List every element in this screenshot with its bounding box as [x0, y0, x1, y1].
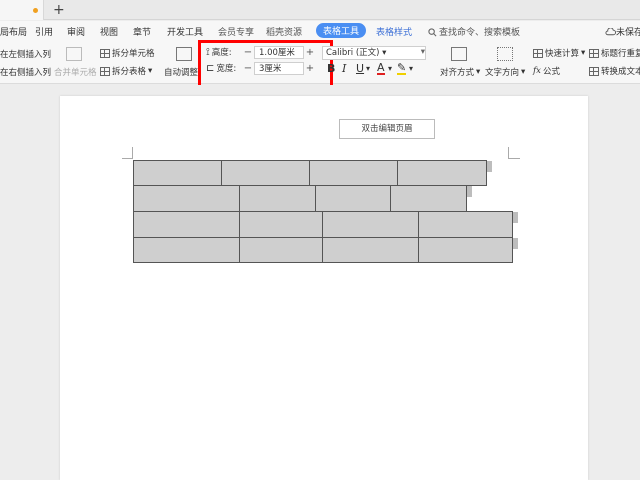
- formula-label: 公式: [542, 67, 560, 77]
- quick-calc-icon: [533, 48, 543, 58]
- highlight-dropdown-icon[interactable]: ▾: [409, 64, 413, 73]
- cloud-status-label: 未保存: [616, 28, 640, 38]
- split-cell-label: 拆分单元格: [112, 49, 155, 59]
- font-color-dropdown-icon[interactable]: ▾: [388, 64, 392, 73]
- table-cell[interactable]: [133, 185, 240, 212]
- menu-references[interactable]: 引用: [35, 25, 53, 38]
- split-table-button[interactable]: 拆分表格 ▾: [100, 65, 152, 77]
- cloud-status[interactable]: 未保存: [605, 25, 640, 38]
- split-cell-button[interactable]: 拆分单元格: [100, 47, 155, 59]
- merge-cells-button[interactable]: 合并单元格: [54, 66, 97, 78]
- table-cell[interactable]: [239, 185, 316, 212]
- edit-header-hint[interactable]: 双击编辑页眉: [339, 119, 435, 139]
- new-tab-plus-icon[interactable]: +: [53, 1, 65, 19]
- row-end-marker: [513, 238, 518, 249]
- merge-cells-icon: [66, 47, 82, 61]
- font-size-dropdown-icon[interactable]: ▾: [378, 46, 428, 60]
- align-button[interactable]: 对齐方式 ▾: [440, 66, 480, 78]
- split-cell-icon: [100, 48, 110, 58]
- convert-to-text-button[interactable]: 转换成文本: [589, 65, 640, 77]
- auto-fit-icon: [176, 47, 192, 61]
- text-direction-label: 文字方向: [485, 68, 520, 78]
- quick-calc-button[interactable]: 快速计算 ▾: [533, 47, 585, 59]
- unsaved-dot-icon: [33, 8, 38, 13]
- auto-fit-label: 自动调整: [164, 68, 199, 78]
- table-cell[interactable]: [133, 160, 222, 186]
- cloud-icon: [605, 27, 616, 36]
- table-cell[interactable]: [315, 185, 391, 212]
- row-end-marker: [487, 161, 492, 172]
- row-end-marker: [513, 212, 518, 223]
- underline-dropdown-icon[interactable]: ▾: [366, 64, 370, 73]
- table-cell[interactable]: [390, 185, 467, 212]
- search-placeholder: 查找命令、搜索模板: [439, 28, 521, 38]
- table-cell[interactable]: [239, 211, 323, 238]
- insert-col-left-button[interactable]: 在左侧插入列: [0, 48, 51, 60]
- menu-view[interactable]: 视图: [100, 25, 118, 38]
- convert-to-text-label: 转换成文本: [601, 67, 640, 77]
- crop-mark-left-v: [132, 147, 133, 159]
- insert-col-left-label: 在左侧插入列: [0, 50, 52, 60]
- highlight-color-button[interactable]: ✎: [397, 62, 407, 75]
- title-repeat-button[interactable]: 标题行重复: [589, 47, 640, 59]
- table-cell[interactable]: [322, 237, 419, 263]
- text-direction-button[interactable]: 文字方向 ▾: [485, 66, 525, 78]
- menu-review[interactable]: 审阅: [67, 25, 85, 38]
- menu-chapter[interactable]: 章节: [133, 25, 151, 38]
- text-direction-dropdown-icon: ▾: [521, 67, 526, 77]
- title-repeat-label: 标题行重复: [601, 49, 640, 59]
- menu-docer[interactable]: 稻壳资源: [266, 25, 302, 38]
- auto-fit-button[interactable]: 自动调整: [164, 66, 198, 78]
- bold-button[interactable]: B: [327, 62, 335, 75]
- split-table-dropdown-icon: ▾: [148, 66, 153, 76]
- row-end-marker: [467, 186, 472, 197]
- menu-member[interactable]: 会员专享: [218, 25, 254, 38]
- table-cell[interactable]: [133, 211, 240, 238]
- table-cell[interactable]: [322, 211, 419, 238]
- insert-col-right-label: 在右侧插入列: [0, 68, 52, 78]
- menu-bar: 局布局 引用 审阅 视图 章节 开发工具 会员专享 稻壳资源 表格工具 表格样式…: [0, 21, 640, 42]
- table-cell[interactable]: [133, 237, 240, 263]
- font-color-button[interactable]: A: [377, 62, 385, 75]
- split-table-icon: [100, 66, 110, 76]
- command-search[interactable]: 查找命令、搜索模板: [428, 25, 520, 38]
- formula-button[interactable]: fx 公式: [533, 65, 560, 77]
- quick-calc-dropdown-icon: ▾: [581, 48, 586, 58]
- table-cell[interactable]: [397, 160, 487, 186]
- quick-calc-label: 快速计算: [545, 49, 580, 59]
- align-icon: [451, 47, 467, 61]
- table-cell[interactable]: [221, 160, 310, 186]
- insert-col-right-button[interactable]: 在右侧插入列: [0, 66, 51, 78]
- table-cell[interactable]: [418, 237, 513, 263]
- table-cell[interactable]: [418, 211, 513, 238]
- crop-mark-right-v: [508, 147, 509, 159]
- underline-button[interactable]: U: [356, 62, 364, 75]
- title-repeat-icon: [589, 48, 599, 58]
- text-direction-icon: [497, 47, 513, 61]
- menu-table-tools[interactable]: 表格工具: [316, 23, 367, 38]
- formula-icon: fx: [533, 66, 541, 76]
- italic-button[interactable]: I: [342, 62, 346, 75]
- convert-to-text-icon: [589, 66, 599, 76]
- table-cell[interactable]: [239, 237, 323, 263]
- align-label: 对齐方式: [440, 68, 475, 78]
- menu-developer[interactable]: 开发工具: [167, 25, 203, 38]
- table-cell[interactable]: [309, 160, 398, 186]
- font-name-value: Calibri (正文): [326, 48, 380, 58]
- search-icon: [428, 28, 437, 37]
- highlight-box: [198, 40, 333, 89]
- merge-cells-label: 合并单元格: [54, 68, 97, 78]
- align-dropdown-icon: ▾: [476, 67, 481, 77]
- tab-strip: +: [0, 0, 640, 20]
- document-tab[interactable]: [0, 0, 44, 20]
- menu-page-layout[interactable]: 局布局: [0, 25, 27, 38]
- menu-table-style[interactable]: 表格样式: [376, 25, 412, 38]
- split-table-label: 拆分表格: [112, 67, 147, 77]
- crop-mark-right-h: [508, 158, 520, 159]
